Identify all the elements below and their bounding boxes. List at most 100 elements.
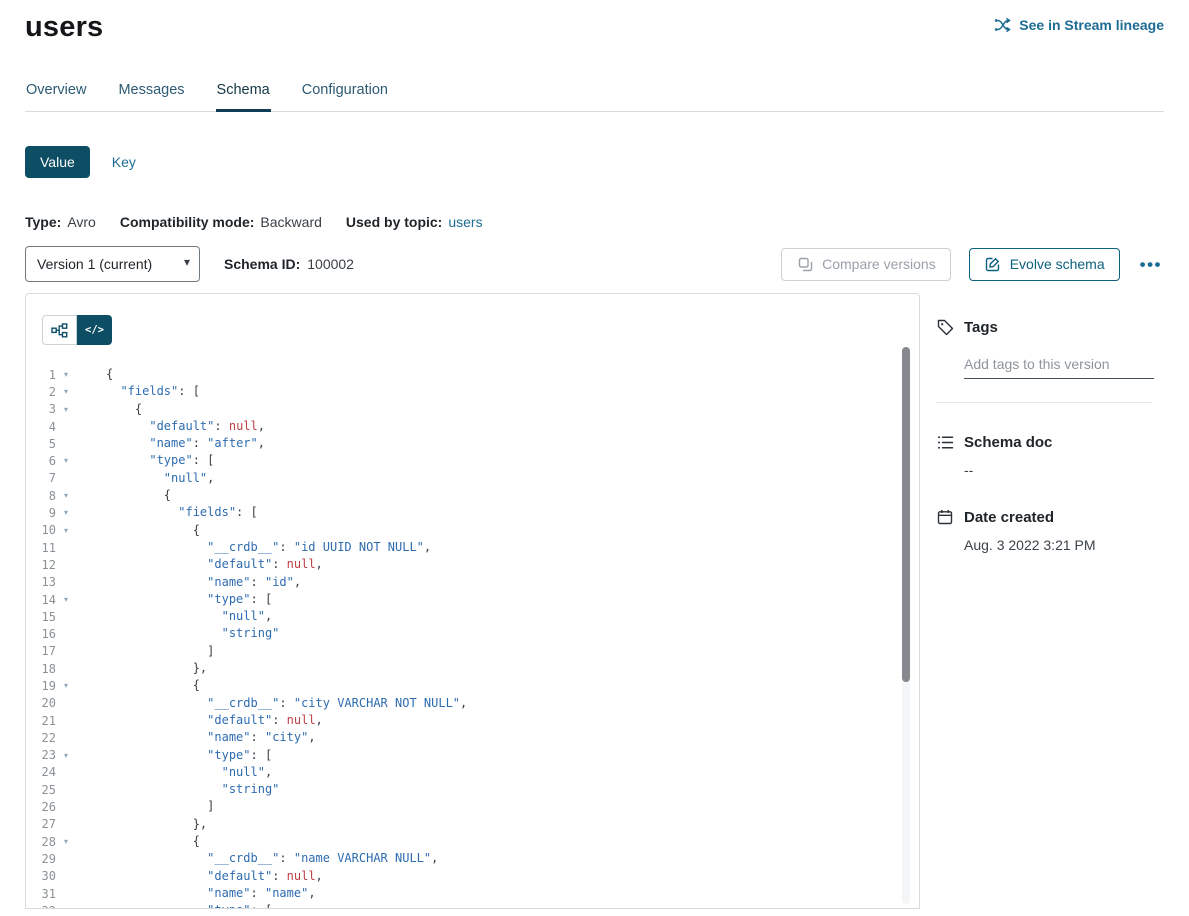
fold-toggle-icon[interactable]: ▾ — [56, 833, 76, 850]
code-line: "string" — [106, 781, 919, 798]
code-line: "default": null, — [106, 868, 919, 885]
line-number: 22 — [26, 731, 56, 745]
evolve-schema-label: Evolve schema — [1010, 256, 1105, 272]
editor-view-toggle: </> — [26, 294, 919, 345]
line-number: 8 — [26, 489, 56, 503]
code-line: ] — [106, 643, 919, 660]
fold-toggle-icon[interactable]: ▾ — [56, 522, 76, 539]
code-line: "type": [ — [106, 747, 919, 764]
compare-versions-label: Compare versions — [822, 256, 936, 272]
line-number: 31 — [26, 887, 56, 901]
schema-doc-section: Schema doc -- — [936, 433, 1164, 478]
schema-doc-title: Schema doc — [964, 434, 1052, 451]
vertical-scrollbar[interactable] — [902, 347, 910, 904]
code-line: "__crdb__": "name VARCHAR NULL", — [106, 850, 919, 867]
compatibility-label: Compatibility mode: — [120, 214, 255, 230]
code-line: "null", — [106, 764, 919, 781]
type-label: Type: — [25, 214, 61, 230]
main-content: </> 1▾2▾3▾456▾78▾9▾10▾11121314▾151617181… — [25, 293, 1164, 909]
scrollbar-thumb[interactable] — [902, 347, 910, 682]
tab-bar: Overview Messages Schema Configuration — [25, 82, 1164, 112]
code-line: "__crdb__": "id UUID NOT NULL", — [106, 539, 919, 556]
line-number: 18 — [26, 662, 56, 676]
tree-view-button[interactable] — [42, 315, 77, 345]
date-created-title: Date created — [964, 509, 1054, 526]
code-gutter: 1▾2▾3▾456▾78▾9▾10▾11121314▾1516171819▾20… — [26, 366, 80, 909]
schema-id-value: 100002 — [307, 256, 354, 272]
date-created-value: Aug. 3 2022 3:21 PM — [964, 537, 1164, 553]
version-select[interactable]: Version 1 (current) — [25, 246, 200, 282]
line-number: 14 — [26, 593, 56, 607]
code-line: }, — [106, 660, 919, 677]
schema-meta-row: Type: Avro Compatibility mode: Backward … — [25, 214, 1164, 230]
stream-lineage-icon — [994, 16, 1012, 34]
line-number: 25 — [26, 783, 56, 797]
fold-toggle-icon[interactable]: ▾ — [56, 504, 76, 521]
code-line: { — [106, 833, 919, 850]
meta-compatibility: Compatibility mode: Backward — [120, 214, 322, 230]
line-number: 4 — [26, 420, 56, 434]
line-number: 1 — [26, 368, 56, 382]
more-actions-button[interactable]: ••• — [1138, 256, 1164, 273]
stream-lineage-link[interactable]: See in Stream lineage — [994, 16, 1164, 34]
version-actions: Compare versions Evolve schema ••• — [781, 248, 1164, 281]
line-number: 9 — [26, 506, 56, 520]
key-toggle-button[interactable]: Key — [112, 154, 136, 170]
code-line: { — [106, 401, 919, 418]
schema-editor-panel: </> 1▾2▾3▾456▾78▾9▾10▾11121314▾151617181… — [25, 293, 920, 909]
tab-messages[interactable]: Messages — [117, 82, 185, 111]
tab-configuration[interactable]: Configuration — [301, 82, 389, 111]
fold-toggle-icon[interactable]: ▾ — [56, 677, 76, 694]
line-number: 12 — [26, 558, 56, 572]
code-line: "fields": [ — [106, 383, 919, 400]
code-line: ] — [106, 798, 919, 815]
sidebar-divider — [936, 402, 1152, 403]
schema-sidebar: Tags Schema doc -- — [920, 293, 1164, 909]
version-select-wrap: Version 1 (current) ▾ — [25, 246, 200, 282]
line-number: 11 — [26, 541, 56, 555]
tags-section-header: Tags — [936, 318, 1164, 336]
compare-versions-button[interactable]: Compare versions — [781, 248, 951, 281]
add-tags-input[interactable] — [964, 356, 1154, 379]
line-number: 7 — [26, 471, 56, 485]
topic-link[interactable]: users — [448, 214, 482, 230]
fold-toggle-icon[interactable]: ▾ — [56, 452, 76, 469]
fold-toggle-icon[interactable]: ▾ — [56, 383, 76, 400]
line-number: 5 — [26, 437, 56, 451]
code-line: "fields": [ — [106, 504, 919, 521]
code-line: "type": [ — [106, 591, 919, 608]
evolve-schema-button[interactable]: Evolve schema — [969, 248, 1120, 281]
fold-toggle-icon[interactable]: ▾ — [56, 401, 76, 418]
line-number: 20 — [26, 696, 56, 710]
fold-toggle-icon[interactable]: ▾ — [56, 591, 76, 608]
code-line: "default": null, — [106, 712, 919, 729]
code-line: "name": "after", — [106, 435, 919, 452]
version-bar: Version 1 (current) ▾ Schema ID: 100002 … — [25, 246, 1164, 282]
line-number: 21 — [26, 714, 56, 728]
line-number: 26 — [26, 800, 56, 814]
value-toggle-button[interactable]: Value — [25, 146, 90, 178]
line-number: 19 — [26, 679, 56, 693]
line-number: 32 — [26, 904, 56, 909]
compatibility-value: Backward — [260, 214, 321, 230]
fold-toggle-icon[interactable]: ▾ — [56, 487, 76, 504]
line-number: 27 — [26, 817, 56, 831]
fold-toggle-icon[interactable]: ▾ — [56, 902, 76, 909]
schema-doc-value: -- — [964, 462, 1164, 478]
code-content: { "fields": [ { "default": null, "name":… — [80, 366, 919, 909]
code-line: "type": [ — [106, 452, 919, 469]
code-line: "name": "id", — [106, 574, 919, 591]
fold-toggle-icon[interactable]: ▾ — [56, 366, 76, 383]
tags-title: Tags — [964, 319, 998, 336]
evolve-pencil-icon — [984, 255, 1002, 273]
tab-overview[interactable]: Overview — [25, 82, 87, 111]
code-view-button[interactable]: </> — [77, 315, 112, 345]
tab-schema[interactable]: Schema — [216, 82, 271, 111]
schema-id: Schema ID: 100002 — [224, 256, 354, 272]
code-line: { — [106, 522, 919, 539]
schema-id-label: Schema ID: — [224, 256, 300, 272]
code-area: 1▾2▾3▾456▾78▾9▾10▾11121314▾1516171819▾20… — [26, 366, 919, 909]
fold-toggle-icon[interactable]: ▾ — [56, 747, 76, 764]
date-created-section: Date created Aug. 3 2022 3:21 PM — [936, 508, 1164, 553]
code-line: { — [106, 366, 919, 383]
